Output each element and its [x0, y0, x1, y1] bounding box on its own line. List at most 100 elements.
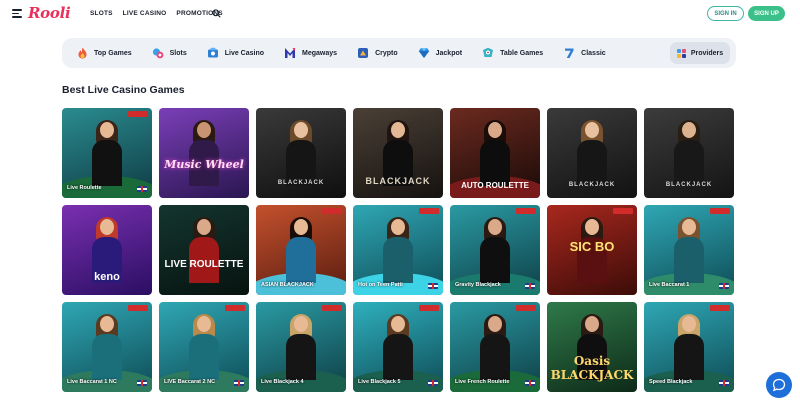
nav-slots[interactable]: SLOTS [90, 10, 113, 17]
dealer-figure [381, 217, 415, 283]
tab-slots[interactable]: Slots [152, 47, 187, 59]
tab-label: Crypto [375, 49, 398, 57]
game-tile[interactable]: SIC BO [547, 205, 637, 295]
uk-flag-icon [719, 380, 729, 386]
tab-table-games[interactable]: Table Games [482, 47, 543, 59]
game-name: Live Blackjack 5 [358, 379, 401, 385]
diamond-icon [418, 47, 430, 59]
providers-icon [676, 48, 686, 58]
tab-label: Top Games [94, 49, 132, 57]
game-tile[interactable]: Live Blackjack 5 [353, 302, 443, 392]
game-tile[interactable]: Hot on Teen Patti [353, 205, 443, 295]
game-tile[interactable]: LIVE ROULETTE [159, 205, 249, 295]
provider-badge [419, 305, 439, 311]
game-logo-text: BLACKJACK [365, 176, 431, 186]
tab-label: Live Casino [224, 49, 265, 57]
game-name: Live Roulette [67, 185, 102, 191]
megaways-icon [284, 47, 296, 59]
tab-label: Table Games [500, 49, 544, 57]
provider-badge [710, 305, 730, 311]
dealer-figure [90, 120, 124, 186]
table-games-icon [482, 47, 494, 59]
game-name: ASIAN BLACKJACK [261, 282, 314, 288]
game-tile[interactable]: ASIAN BLACKJACK [256, 205, 346, 295]
tab-label: Megaways [302, 49, 338, 57]
game-logo-text: BLACKJACK [665, 182, 713, 188]
dealer-figure [381, 314, 415, 380]
tab-label: Slots [169, 49, 187, 57]
game-logo-text: LIVE ROULETTE [164, 259, 244, 270]
game-tile[interactable]: BLACKJACK [256, 108, 346, 198]
nav-live-casino[interactable]: LIVE CASINO [123, 10, 167, 17]
game-tile[interactable]: keno [62, 205, 152, 295]
tab-crypto[interactable]: Crypto [357, 47, 398, 59]
game-tile[interactable]: Live French Roulette [450, 302, 540, 392]
game-tile[interactable]: AUTO ROULETTE [450, 108, 540, 198]
crypto-icon [357, 47, 369, 59]
game-tile[interactable]: Live Baccarat 1 [644, 205, 734, 295]
provider-badge [613, 208, 633, 214]
dealer-figure [672, 314, 706, 380]
menu-icon[interactable] [12, 9, 22, 18]
game-logo-text: BLACKJACK [277, 180, 325, 186]
dealer-figure [478, 314, 512, 380]
site-logo[interactable]: Rooli [28, 4, 71, 22]
game-tile[interactable]: BLACKJACK [353, 108, 443, 198]
tab-jackpot[interactable]: Jackpot [418, 47, 462, 59]
provider-badge [128, 111, 148, 117]
game-logo-text: AUTO ROULETTE [461, 181, 529, 190]
game-tile[interactable]: Oasis BLACKJACK [547, 302, 637, 392]
game-name: Speed Blackjack [649, 379, 693, 385]
top-header: Rooli SLOTS LIVE CASINO PROMOTIONS SIGN … [0, 0, 800, 28]
game-tile[interactable]: Live Baccarat 1 NC [62, 302, 152, 392]
sign-in-button[interactable]: SIGN IN [707, 6, 744, 21]
uk-flag-icon [428, 380, 438, 386]
tab-classic[interactable]: Classic [563, 47, 606, 59]
dealer-figure [284, 314, 318, 380]
dealer-figure [478, 217, 512, 283]
live-casino-icon [207, 47, 219, 59]
game-tile[interactable]: BLACKJACK [547, 108, 637, 198]
games-grid: Live Roulette Music Wheel BLACKJACK BLAC… [62, 108, 736, 392]
search-icon[interactable] [212, 9, 221, 18]
chat-button[interactable] [766, 372, 792, 398]
category-bar: Top Games Slots Live Casino Megaways Cry… [62, 38, 736, 68]
provider-badge [225, 305, 245, 311]
sign-up-button[interactable]: SIGN UP [748, 6, 785, 21]
game-tile[interactable]: BLACKJACK [644, 108, 734, 198]
main-nav: SLOTS LIVE CASINO PROMOTIONS [90, 10, 223, 17]
game-logo-text: SIC BO [569, 239, 615, 254]
tab-top-games[interactable]: Top Games [76, 47, 132, 59]
provider-badge [322, 208, 342, 214]
game-name: LIVE Baccarat 2 NC [164, 379, 216, 385]
game-name: Live Baccarat 1 [649, 282, 690, 288]
dealer-figure [284, 120, 318, 186]
dealer-figure [478, 120, 512, 186]
dealer-figure [672, 120, 706, 186]
providers-button[interactable]: Providers [670, 42, 730, 64]
seven-icon [563, 47, 575, 59]
game-tile[interactable]: Music Wheel [159, 108, 249, 198]
game-tile[interactable]: Live Blackjack 4 [256, 302, 346, 392]
section-title: Best Live Casino Games [62, 84, 185, 96]
game-tile[interactable]: LIVE Baccarat 2 NC [159, 302, 249, 392]
game-name: Gravity Blackjack [455, 282, 501, 288]
provider-badge [128, 305, 148, 311]
game-name: Live French Roulette [455, 379, 510, 385]
game-tile[interactable]: Live Roulette [62, 108, 152, 198]
game-logo-text: BLACKJACK [568, 182, 616, 188]
tab-label: Classic [581, 49, 606, 57]
dealer-figure [187, 217, 221, 283]
game-tile[interactable]: Speed Blackjack [644, 302, 734, 392]
game-logo-text: keno [94, 271, 120, 283]
tab-megaways[interactable]: Megaways [284, 47, 337, 59]
provider-badge [419, 208, 439, 214]
provider-badge [516, 305, 536, 311]
uk-flag-icon [428, 283, 438, 289]
chat-icon [772, 378, 786, 392]
tab-live-casino[interactable]: Live Casino [207, 47, 264, 59]
dealer-figure [187, 314, 221, 380]
uk-flag-icon [137, 186, 147, 192]
game-tile[interactable]: Gravity Blackjack [450, 205, 540, 295]
provider-badge [322, 305, 342, 311]
